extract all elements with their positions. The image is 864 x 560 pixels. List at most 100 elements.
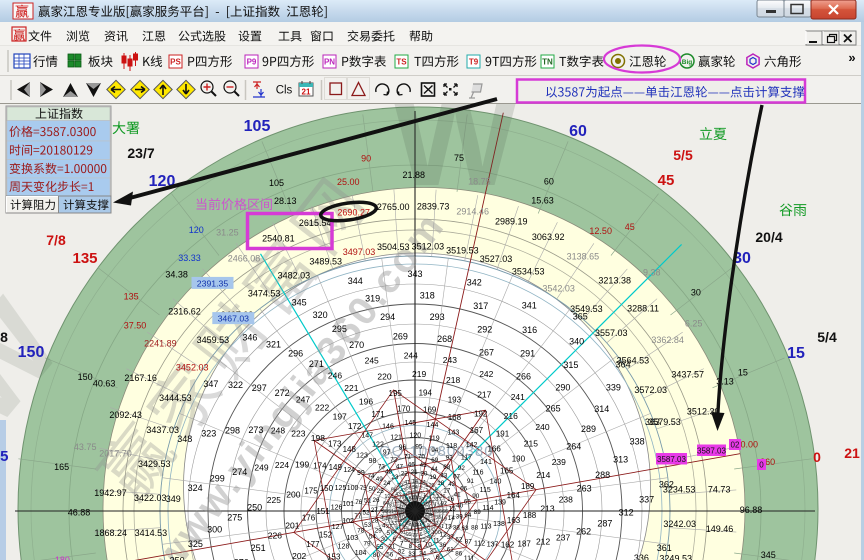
svg-text:187: 187 bbox=[518, 540, 532, 549]
svg-text:104: 104 bbox=[355, 550, 367, 557]
svg-text:TS: TS bbox=[396, 58, 407, 67]
svg-text:271: 271 bbox=[309, 359, 324, 369]
svg-text:78: 78 bbox=[357, 528, 365, 535]
svg-text:25: 25 bbox=[377, 488, 385, 495]
svg-text:43.75: 43.75 bbox=[74, 442, 97, 452]
svg-text:3444.53: 3444.53 bbox=[159, 393, 192, 403]
svg-text:245: 245 bbox=[365, 356, 379, 366]
svg-text:45: 45 bbox=[625, 222, 635, 232]
svg-text:96.88: 96.88 bbox=[740, 505, 763, 515]
svg-text:118: 118 bbox=[446, 443, 457, 450]
svg-text:65: 65 bbox=[464, 498, 472, 505]
svg-text:262: 262 bbox=[576, 527, 591, 537]
svg-text:138: 138 bbox=[493, 521, 505, 528]
svg-text:346: 346 bbox=[242, 333, 257, 343]
svg-text:74.73: 74.73 bbox=[708, 484, 731, 494]
svg-text:347: 347 bbox=[203, 379, 218, 389]
svg-text:114: 114 bbox=[482, 505, 493, 512]
svg-text:166: 166 bbox=[488, 445, 502, 454]
svg-text:45: 45 bbox=[420, 462, 428, 469]
svg-text:112: 112 bbox=[474, 541, 485, 548]
svg-text:147: 147 bbox=[361, 432, 373, 439]
svg-text:263: 263 bbox=[577, 484, 592, 494]
svg-text:2167.16: 2167.16 bbox=[124, 373, 157, 383]
svg-text:72: 72 bbox=[420, 538, 426, 544]
svg-text:2092.43: 2092.43 bbox=[109, 410, 142, 420]
svg-text:76: 76 bbox=[355, 499, 363, 506]
svg-text:33: 33 bbox=[408, 551, 416, 558]
svg-text:153: 153 bbox=[327, 552, 341, 560]
svg-text:15.63: 15.63 bbox=[531, 195, 554, 205]
svg-text:2839.73: 2839.73 bbox=[417, 202, 450, 212]
svg-text:3489.53: 3489.53 bbox=[309, 257, 342, 267]
svg-text:141: 141 bbox=[480, 459, 492, 466]
svg-text:219: 219 bbox=[412, 369, 426, 379]
svg-text:149: 149 bbox=[329, 463, 343, 472]
svg-text:120: 120 bbox=[189, 225, 204, 235]
svg-text:3482.03: 3482.03 bbox=[278, 271, 311, 281]
svg-text:56: 56 bbox=[404, 538, 410, 544]
svg-text:3452.03: 3452.03 bbox=[176, 363, 209, 373]
svg-text:201: 201 bbox=[285, 521, 299, 531]
svg-text:240: 240 bbox=[535, 422, 549, 432]
svg-text:325: 325 bbox=[188, 539, 203, 549]
svg-text:343: 343 bbox=[407, 269, 422, 279]
svg-text:73: 73 bbox=[378, 463, 386, 470]
svg-text:249: 249 bbox=[254, 463, 268, 473]
svg-text:324: 324 bbox=[188, 483, 203, 493]
svg-text:3587.03: 3587.03 bbox=[657, 455, 686, 464]
svg-text:239: 239 bbox=[552, 457, 566, 467]
svg-text:193: 193 bbox=[448, 396, 462, 405]
svg-text:91: 91 bbox=[467, 478, 475, 485]
svg-text:246: 246 bbox=[328, 371, 342, 381]
svg-text:174: 174 bbox=[313, 461, 327, 470]
svg-text:92: 92 bbox=[458, 465, 466, 472]
svg-text:4: 4 bbox=[398, 535, 401, 541]
svg-text:44: 44 bbox=[431, 466, 439, 473]
svg-text:300: 300 bbox=[207, 524, 222, 534]
svg-text:148: 148 bbox=[343, 445, 357, 454]
svg-text:220: 220 bbox=[377, 372, 391, 382]
svg-text:132: 132 bbox=[425, 512, 433, 517]
svg-text:21: 21 bbox=[302, 88, 311, 97]
svg-text:294: 294 bbox=[380, 312, 395, 322]
svg-text:2466.08: 2466.08 bbox=[228, 254, 261, 264]
svg-text:3467.03: 3467.03 bbox=[218, 314, 250, 324]
svg-text:128: 128 bbox=[338, 543, 350, 550]
svg-text:238: 238 bbox=[559, 495, 573, 505]
svg-text:68: 68 bbox=[443, 464, 451, 471]
svg-text:3557.03: 3557.03 bbox=[595, 328, 628, 338]
svg-text:3459.53: 3459.53 bbox=[197, 335, 230, 345]
svg-text:36: 36 bbox=[436, 509, 442, 515]
svg-text:75: 75 bbox=[454, 153, 464, 163]
svg-text:165: 165 bbox=[54, 462, 69, 472]
svg-text:8: 8 bbox=[435, 488, 438, 494]
svg-text:226: 226 bbox=[268, 531, 282, 541]
svg-text:2765.00: 2765.00 bbox=[377, 202, 410, 212]
svg-text:314: 314 bbox=[594, 404, 609, 414]
svg-text:46.88: 46.88 bbox=[68, 507, 91, 517]
svg-text:93: 93 bbox=[446, 454, 454, 461]
svg-text:51: 51 bbox=[364, 498, 372, 505]
svg-text:69: 69 bbox=[431, 457, 439, 464]
svg-text:216: 216 bbox=[504, 411, 518, 421]
svg-text:117: 117 bbox=[461, 455, 472, 462]
svg-text:190: 190 bbox=[512, 454, 526, 463]
svg-text:15: 15 bbox=[738, 368, 748, 378]
svg-text:66: 66 bbox=[408, 527, 414, 532]
svg-text:2989.19: 2989.19 bbox=[495, 217, 528, 227]
svg-text:120: 120 bbox=[409, 433, 421, 440]
svg-text:74: 74 bbox=[367, 473, 375, 480]
svg-text:180: 180 bbox=[55, 555, 70, 560]
svg-text:8: 8 bbox=[0, 329, 8, 345]
svg-text:14: 14 bbox=[448, 515, 456, 522]
svg-text:80: 80 bbox=[373, 552, 381, 559]
svg-text:38: 38 bbox=[453, 525, 461, 532]
svg-text:1942.97: 1942.97 bbox=[94, 488, 127, 498]
svg-text:266: 266 bbox=[516, 371, 531, 381]
svg-text:164: 164 bbox=[507, 491, 521, 500]
svg-text:2391.35: 2391.35 bbox=[197, 278, 229, 288]
svg-text:60: 60 bbox=[544, 176, 554, 186]
svg-text:5/4: 5/4 bbox=[817, 329, 837, 345]
svg-text:3213.38: 3213.38 bbox=[598, 276, 631, 286]
